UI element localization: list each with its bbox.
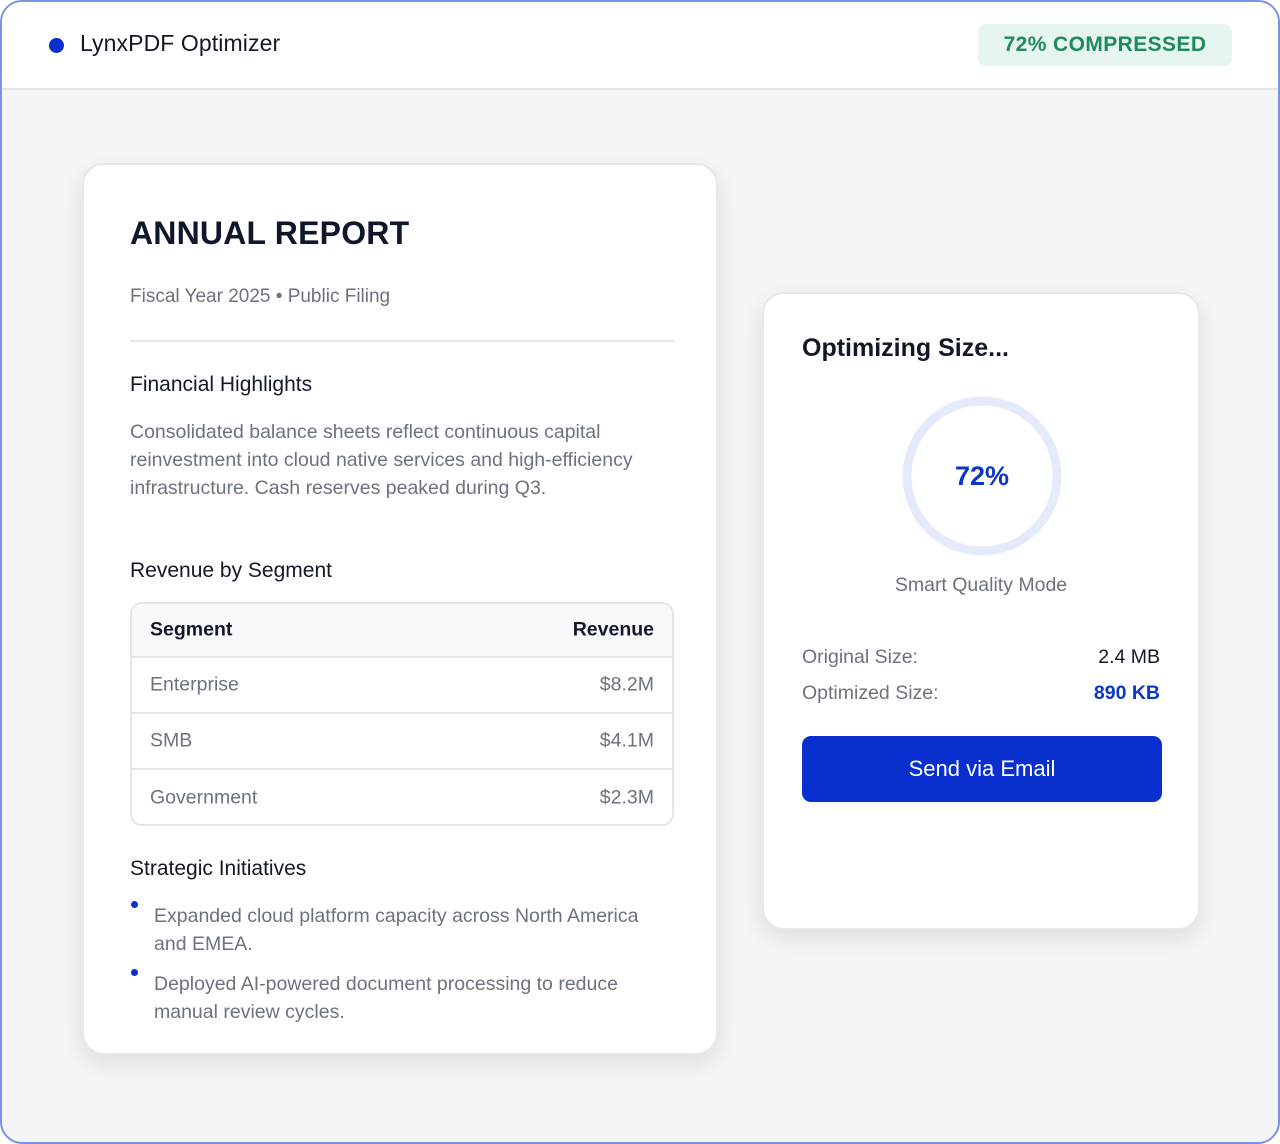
strategic-initiatives-heading: Strategic Initiatives — [130, 857, 307, 880]
table-row: Government $2.3M — [132, 770, 672, 824]
segment-cell: SMB — [150, 729, 193, 752]
document-preview-card: ANNUAL REPORT Fiscal Year 2025 • Public … — [82, 163, 718, 1055]
financial-highlights-text: Consolidated balance sheets reflect cont… — [130, 421, 633, 499]
app-window: LynxPDF Optimizer 72% COMPRESSED ANNUAL … — [0, 0, 1280, 1144]
segment-cell: Enterprise — [150, 673, 239, 696]
document-subtitle: Fiscal Year 2025 • Public Filing — [130, 286, 391, 307]
financial-highlights-heading: Financial Highlights — [130, 373, 313, 396]
list-item: Deployed AI-powered document processing … — [154, 973, 618, 1023]
send-via-email-button[interactable]: Send via Email — [802, 736, 1162, 802]
table-row: SMB $4.1M — [132, 714, 672, 770]
original-size-label: Original Size: — [802, 646, 918, 668]
optimized-size-value: 890 KB — [1093, 682, 1160, 704]
document-divider — [130, 340, 674, 342]
bullet-icon — [131, 901, 138, 908]
optimizer-title: Optimizing Size... — [802, 334, 1009, 362]
status-badge: 72% COMPRESSED — [978, 24, 1232, 66]
quality-mode-label: Smart Quality Mode — [894, 574, 1068, 596]
table-row: Enterprise $8.2M — [132, 658, 672, 714]
revenue-cell: $2.3M — [599, 786, 654, 809]
brand-dot-icon — [49, 38, 64, 53]
app-header: LynxPDF Optimizer 72% COMPRESSED — [2, 2, 1278, 90]
revenue-cell: $8.2M — [599, 673, 654, 696]
revenue-by-segment-heading: Revenue by Segment — [130, 559, 332, 582]
list-item: Expanded cloud platform capacity across … — [154, 905, 639, 955]
column-header-segment: Segment — [150, 618, 233, 641]
app-title: LynxPDF Optimizer — [80, 30, 281, 56]
revenue-cell: $4.1M — [599, 729, 654, 752]
revenue-table: Segment Revenue Enterprise $8.2M SMB $4.… — [130, 602, 674, 826]
segment-cell: Government — [150, 786, 258, 809]
optimized-size-label: Optimized Size: — [802, 682, 939, 704]
original-size-value: 2.4 MB — [1098, 646, 1160, 668]
progress-percentage: 72% — [954, 460, 1010, 491]
column-header-revenue: Revenue — [572, 618, 654, 641]
table-header-row: Segment Revenue — [132, 604, 672, 658]
optimizer-panel: Optimizing Size... 72% Smart Quality Mod… — [762, 292, 1200, 930]
bullet-icon — [131, 969, 138, 976]
document-title: ANNUAL REPORT — [130, 215, 410, 251]
